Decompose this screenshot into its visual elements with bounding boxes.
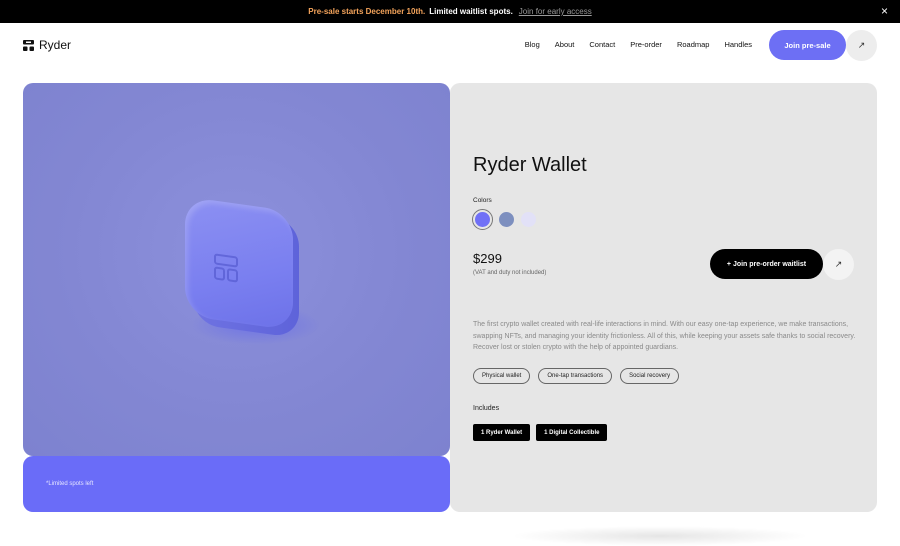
product-title: Ryder Wallet <box>473 154 587 176</box>
nav-contact[interactable]: Contact <box>589 40 615 49</box>
join-waitlist-button[interactable]: + Join pre-order waitlist <box>710 249 823 279</box>
include-ryder-wallet: 1 Ryder Wallet <box>473 424 531 441</box>
presale-arrow-button[interactable]: ↗ <box>846 30 877 61</box>
color-swatch-lavender[interactable] <box>521 212 536 227</box>
arrow-up-right-icon: ↗ <box>857 40 866 50</box>
device-logo-icon <box>214 253 238 283</box>
colors-label: Colors <box>473 197 492 204</box>
waitlist-arrow-button[interactable]: ↗ <box>823 249 854 280</box>
color-swatch-slate[interactable] <box>499 212 514 227</box>
tag-physical-wallet: Physical wallet <box>473 368 531 384</box>
arrow-up-right-icon: ↗ <box>834 259 843 269</box>
site-header: Ryder Blog About Contact Pre-order Roadm… <box>0 23 900 67</box>
nav-pre-order[interactable]: Pre-order <box>630 40 662 49</box>
brand-name: Ryder <box>39 38 72 52</box>
includes-list: 1 Ryder Wallet 1 Digital Collectible <box>473 424 613 441</box>
nav-about[interactable]: About <box>555 40 575 49</box>
nav-blog[interactable]: Blog <box>525 40 540 49</box>
color-swatch-purple[interactable] <box>472 209 493 230</box>
announcement-highlight: Pre-sale starts December 10th. <box>308 7 426 16</box>
ryder-device <box>185 196 293 331</box>
bottom-shadow <box>510 526 810 546</box>
includes-label: Includes <box>473 405 500 412</box>
product-details-panel: Ryder Wallet Colors $299 (VAT and duty n… <box>450 83 877 512</box>
color-swatches <box>472 209 543 230</box>
ryder-logo-icon <box>23 39 34 51</box>
price-note: (VAT and duty not included) <box>473 270 547 276</box>
nav-roadmap[interactable]: Roadmap <box>677 40 710 49</box>
main-nav: Blog About Contact Pre-order Roadmap Han… <box>510 40 752 49</box>
product-price: $299 <box>473 251 502 266</box>
join-presale-button[interactable]: Join pre-sale <box>769 30 846 60</box>
announcement-message: Limited waitlist spots. <box>429 7 513 16</box>
feature-tags: Physical wallet One-tap transactions Soc… <box>473 368 687 384</box>
close-icon[interactable]: × <box>881 5 888 17</box>
nav-handles[interactable]: Handles <box>724 40 752 49</box>
tag-one-tap-transactions: One-tap transactions <box>538 368 613 384</box>
early-access-link[interactable]: Join for early access <box>519 7 592 16</box>
product-description: The first crypto wallet created with rea… <box>473 321 856 351</box>
tag-social-recovery: Social recovery <box>620 368 680 384</box>
include-digital-collectible: 1 Digital Collectible <box>536 424 608 441</box>
product-image <box>23 83 450 456</box>
limited-spots-note: *Limited spots left <box>46 481 94 487</box>
brand-logo[interactable]: Ryder <box>23 38 71 52</box>
announcement-bar: Pre-sale starts December 10th. Limited w… <box>0 0 900 23</box>
limited-spots-strip: *Limited spots left <box>23 456 450 512</box>
